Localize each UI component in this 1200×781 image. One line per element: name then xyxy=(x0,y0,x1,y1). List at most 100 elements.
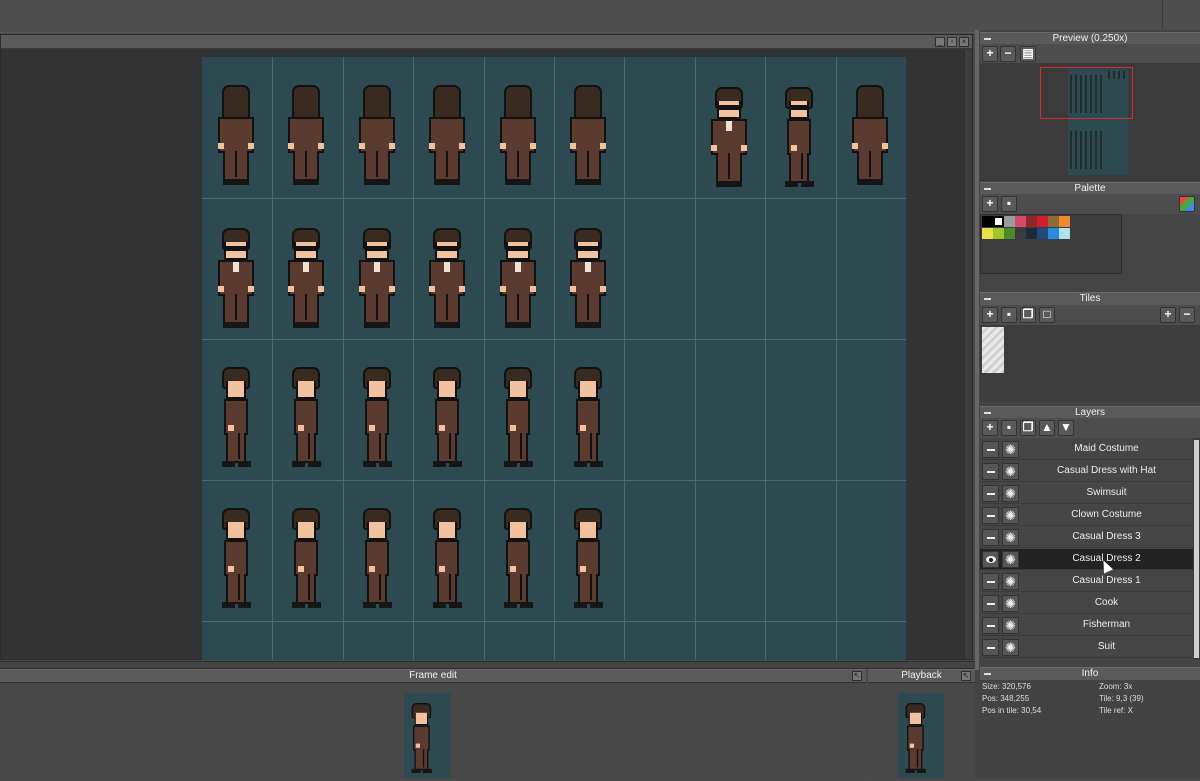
trash-icon[interactable]: ▪ xyxy=(1001,196,1017,212)
color-swatch[interactable] xyxy=(982,216,993,227)
layer-row[interactable]: ✺ Casual Dress with Hat xyxy=(980,461,1193,482)
collapse-icon[interactable] xyxy=(984,298,991,300)
tile-frame-icon[interactable]: □ xyxy=(1039,307,1055,323)
collapse-icon[interactable] xyxy=(984,188,991,190)
playback-title-text: Playback xyxy=(901,670,942,681)
color-swatch[interactable] xyxy=(982,228,993,239)
tiles-panel-title: Tiles xyxy=(980,292,1200,306)
trash-icon[interactable]: ▪ xyxy=(1001,307,1017,323)
frame-edit-title: Frame edit ↖ xyxy=(0,669,866,683)
layer-name: Suit xyxy=(1097,641,1116,652)
gear-icon[interactable]: ✺ xyxy=(1002,573,1019,590)
gear-icon[interactable]: ✺ xyxy=(1002,507,1019,524)
layer-row[interactable]: ✺ Swimsuit xyxy=(980,483,1193,504)
hidden-icon[interactable] xyxy=(982,463,999,480)
tiles-toolbar: + ▪ ❐ □ + − xyxy=(980,305,1200,325)
hidden-icon[interactable] xyxy=(982,441,999,458)
palette-options-icon[interactable] xyxy=(1179,196,1195,212)
layer-row[interactable]: ✺ Fisherman xyxy=(980,615,1193,636)
color-swatch[interactable] xyxy=(993,216,1004,227)
layers-scrollbar[interactable] xyxy=(1193,438,1200,660)
gear-icon[interactable]: ✺ xyxy=(1002,485,1019,502)
move-layer-up-icon[interactable]: ▲ xyxy=(1039,420,1055,436)
sprite-sheet-canvas[interactable] xyxy=(202,57,906,660)
layer-row[interactable]: ✺ Suit xyxy=(980,637,1193,658)
zoom-in-icon[interactable]: + xyxy=(1160,307,1176,323)
undock-icon[interactable]: ↖ xyxy=(961,671,971,681)
undock-icon[interactable]: ↖ xyxy=(852,671,862,681)
character-sprite xyxy=(355,85,399,197)
fit-view-icon[interactable]: ▤ xyxy=(1020,46,1036,62)
layer-row[interactable]: ✺ Casual Dress 3 xyxy=(980,527,1193,548)
zoom-in-icon[interactable]: + xyxy=(982,46,998,62)
close-icon[interactable]: × xyxy=(959,37,969,47)
layer-row[interactable]: ✺ Casual Dress 1 xyxy=(980,571,1193,592)
gear-icon[interactable]: ✺ xyxy=(1002,617,1019,634)
character-sprite xyxy=(496,508,540,620)
trash-icon[interactable]: ▪ xyxy=(1001,420,1017,436)
layer-row[interactable]: ✺ Clown Costume xyxy=(980,505,1193,526)
collapse-icon[interactable] xyxy=(984,412,991,414)
gear-icon[interactable]: ✺ xyxy=(1002,551,1019,568)
duplicate-icon[interactable]: ❐ xyxy=(1020,420,1036,436)
hidden-icon[interactable] xyxy=(982,595,999,612)
layer-row[interactable]: ✺ Maid Costume xyxy=(980,439,1193,460)
canvas-vertical-scrollbar[interactable] xyxy=(964,50,972,659)
hidden-icon[interactable] xyxy=(982,485,999,502)
layer-row[interactable]: ✺ Cook xyxy=(980,593,1193,614)
color-swatch[interactable] xyxy=(1015,216,1026,227)
gear-icon[interactable]: ✺ xyxy=(1002,529,1019,546)
color-swatch[interactable] xyxy=(1026,216,1037,227)
add-layer-icon[interactable]: + xyxy=(982,420,998,436)
hidden-icon[interactable] xyxy=(982,617,999,634)
character-sprite xyxy=(284,85,328,197)
character-sprite xyxy=(284,228,328,340)
character-sprite xyxy=(496,85,540,197)
layer-name: Fisherman xyxy=(1082,619,1131,630)
color-swatch[interactable] xyxy=(1037,228,1048,239)
hidden-icon[interactable] xyxy=(982,639,999,656)
collapse-icon[interactable] xyxy=(984,673,991,675)
zoom-out-icon[interactable]: − xyxy=(1000,46,1016,62)
minimize-icon[interactable]: _ xyxy=(935,37,945,47)
color-swatch[interactable] xyxy=(993,228,1004,239)
color-swatch[interactable] xyxy=(1004,228,1015,239)
hidden-icon[interactable] xyxy=(982,507,999,524)
hidden-icon[interactable] xyxy=(982,529,999,546)
layer-name: Clown Costume xyxy=(1071,509,1142,520)
gear-icon[interactable]: ✺ xyxy=(1002,639,1019,656)
character-sprite xyxy=(425,228,469,340)
eye-icon[interactable] xyxy=(982,551,999,568)
playback-canvas xyxy=(898,693,944,778)
color-swatch[interactable] xyxy=(1059,228,1070,239)
color-swatch[interactable] xyxy=(1026,228,1037,239)
color-swatch[interactable] xyxy=(1004,216,1015,227)
color-swatch[interactable] xyxy=(1059,216,1070,227)
gear-icon[interactable]: ✺ xyxy=(1002,463,1019,480)
restore-icon[interactable]: ▫ xyxy=(947,37,957,47)
add-tile-icon[interactable]: + xyxy=(982,307,998,323)
character-sprite xyxy=(214,228,258,340)
color-swatch[interactable] xyxy=(1048,228,1059,239)
color-swatch[interactable] xyxy=(1048,216,1059,227)
layer-row[interactable]: ✺ Casual Dress 2 xyxy=(980,549,1193,570)
top-toolbar xyxy=(0,0,1200,33)
preview-viewport-rect[interactable] xyxy=(1040,67,1133,119)
character-sprite xyxy=(214,367,258,479)
gear-icon[interactable]: ✺ xyxy=(1002,441,1019,458)
color-swatch[interactable] xyxy=(1037,216,1048,227)
character-sprite xyxy=(355,367,399,479)
character-sprite xyxy=(355,508,399,620)
preview-title-text: Preview (0.250x) xyxy=(1052,33,1128,44)
zoom-out-icon[interactable]: − xyxy=(1179,307,1195,323)
duplicate-icon[interactable]: ❐ xyxy=(1020,307,1036,323)
add-color-icon[interactable]: + xyxy=(982,196,998,212)
frame-edit-canvas[interactable] xyxy=(404,693,450,778)
hidden-icon[interactable] xyxy=(982,573,999,590)
color-swatch[interactable] xyxy=(1015,228,1026,239)
move-layer-down-icon[interactable]: ▼ xyxy=(1058,420,1074,436)
gear-icon[interactable]: ✺ xyxy=(1002,595,1019,612)
tile-slot[interactable] xyxy=(982,327,1004,373)
horizontal-splitter[interactable] xyxy=(0,661,975,669)
collapse-icon[interactable] xyxy=(984,38,991,40)
